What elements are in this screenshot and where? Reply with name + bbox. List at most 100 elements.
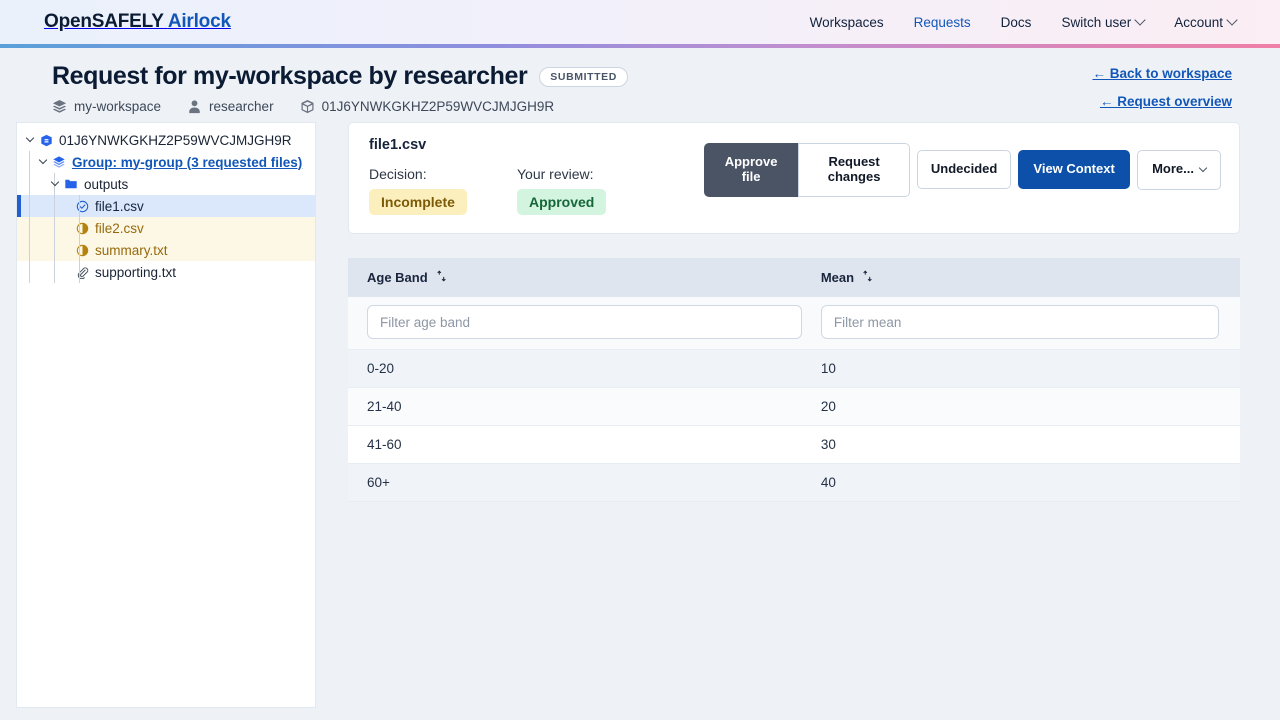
tree-guide	[54, 261, 55, 283]
request-overview-link[interactable]: ← Request overview	[1092, 94, 1232, 109]
meta-request-id-label: 01J6YNWKGKHZ2P59WVCJMJGH9R	[321, 99, 555, 114]
meta-author-label: researcher	[209, 99, 274, 114]
tree-item-group[interactable]: Group: my-group (3 requested files)	[17, 151, 315, 173]
tree-item-summary-label: summary.txt	[95, 242, 168, 258]
table-head: Age Band Mean	[348, 258, 1240, 350]
your-review-label: Your review:	[517, 166, 594, 182]
tree-guide	[54, 239, 55, 261]
tree-item-request[interactable]: 01J6YNWKGKHZ2P59WVCJMJGH9R	[17, 129, 315, 151]
tree-guide	[29, 195, 30, 217]
nav-item-workspaces[interactable]: Workspaces	[810, 15, 884, 30]
folder-icon	[63, 177, 79, 191]
file-card-left: file1.csv Decision: Incomplete Your revi…	[369, 137, 665, 215]
more-button[interactable]: More...	[1137, 149, 1221, 190]
tree-guide	[79, 239, 80, 261]
nav-item-account[interactable]: Account	[1174, 14, 1238, 30]
tree-guide	[29, 151, 30, 173]
decision-label: Decision:	[369, 166, 427, 182]
back-to-workspace-link[interactable]: ← Back to workspace	[1092, 66, 1232, 81]
chevron-down-icon[interactable]	[36, 155, 49, 169]
half-circle-icon	[74, 244, 90, 257]
filter-cell-mean	[811, 297, 1240, 350]
cell-age-band: 0-20	[348, 349, 812, 388]
tree-item-file2[interactable]: file2.csv	[17, 217, 315, 239]
breadcrumb: my-workspace researcher 01J6YNWKGKHZ2P59…	[52, 99, 1234, 114]
column-header-age-band[interactable]: Age Band	[348, 258, 812, 297]
table-row[interactable]: 0-20 10	[348, 349, 1240, 388]
column-header-mean[interactable]: Mean	[811, 258, 1240, 297]
view-context-button[interactable]: View Context	[1018, 150, 1131, 190]
tree-guide	[54, 195, 55, 217]
nav-item-docs[interactable]: Docs	[1001, 15, 1032, 30]
meta-workspace: my-workspace	[52, 99, 161, 114]
file-review-card: file1.csv Decision: Incomplete Your revi…	[348, 122, 1240, 234]
tree-item-outputs-label: outputs	[84, 176, 129, 192]
undecided-button[interactable]: Undecided	[917, 150, 1012, 190]
request-icon	[38, 134, 54, 147]
brand-logo[interactable]: OpenSAFELY Airlock	[44, 11, 231, 33]
nav-item-switch-user[interactable]: Switch user	[1061, 14, 1146, 30]
filter-input-age-band[interactable]	[367, 305, 802, 339]
table-row[interactable]: 60+ 40	[348, 463, 1240, 502]
meta-request-id: 01J6YNWKGKHZ2P59WVCJMJGH9R	[300, 99, 555, 114]
brand-primary: OpenSAFELY	[44, 11, 164, 32]
status-badge: SUBMITTED	[539, 66, 628, 87]
tree-guide	[29, 239, 30, 261]
data-table: Age Band Mean Filter age band Filter mea…	[348, 258, 1240, 502]
column-header-age-band-label: Age Band	[367, 270, 428, 285]
tree-guide	[54, 217, 55, 239]
decision-status-badge: Incomplete	[369, 189, 467, 215]
sort-icon[interactable]	[862, 270, 873, 285]
nav-item-docs-label: Docs	[1000, 14, 1032, 30]
main-content: file1.csv Decision: Incomplete Your revi…	[332, 122, 1280, 502]
cell-age-band: 60+	[348, 463, 812, 502]
column-header-mean-label: Mean	[820, 270, 855, 285]
sort-icon[interactable]	[436, 270, 447, 285]
title-row: Request for my-workspace by researcher S…	[52, 62, 1234, 91]
chevron-down-icon	[1198, 163, 1208, 173]
cell-mean: 30	[811, 425, 1240, 464]
card-action-buttons: Approve file Request changes Undecided V…	[704, 137, 1221, 197]
user-icon	[187, 99, 202, 114]
request-changes-button[interactable]: Request changes	[798, 143, 911, 197]
tree-item-file1[interactable]: file1.csv	[17, 195, 315, 217]
nav-item-requests-label: Requests	[913, 14, 971, 30]
tree-item-file1-label: file1.csv	[95, 198, 144, 214]
page-header: Request for my-workspace by researcher S…	[0, 48, 1280, 122]
tree-item-file2-label: file2.csv	[95, 220, 144, 236]
approve-file-button[interactable]: Approve file	[704, 143, 799, 197]
box-icon	[300, 99, 315, 114]
more-button-label: More...	[1152, 161, 1194, 177]
check-circle-icon	[74, 200, 90, 213]
chevron-down-icon[interactable]	[23, 133, 36, 147]
table-filter-row	[348, 297, 1240, 350]
tree-guide	[29, 217, 30, 239]
brand-secondary: Airlock	[167, 11, 231, 32]
cell-mean: 10	[811, 349, 1240, 388]
tree-item-group-label: Group: my-group (3 requested files)	[72, 154, 303, 170]
header-links: ← Back to workspace ← Request overview	[1092, 66, 1232, 122]
tree-item-summary[interactable]: summary.txt	[17, 239, 315, 261]
cell-age-band: 21-40	[348, 387, 812, 426]
tree-guide	[79, 195, 80, 217]
table-row[interactable]: 41-60 30	[348, 425, 1240, 464]
your-review-status-badge: Approved	[517, 189, 607, 215]
tree-guide	[79, 217, 80, 239]
paperclip-icon	[74, 266, 90, 279]
nav-item-switch-user-label: Switch user	[1061, 14, 1132, 30]
meta-author: researcher	[187, 99, 274, 114]
half-circle-icon	[74, 222, 90, 235]
table-body: 0-20 10 21-40 20 41-60 30 60+ 40	[348, 349, 1240, 502]
tree-item-outputs[interactable]: outputs	[17, 173, 315, 195]
file-name-heading: file1.csv	[369, 137, 427, 153]
tree-item-supporting-label: supporting.txt	[95, 264, 177, 280]
file-tree-panel: 01J6YNWKGKHZ2P59WVCJMJGH9R Group: my-gro…	[16, 122, 316, 708]
cell-mean: 20	[811, 387, 1240, 426]
chevron-down-icon	[1134, 14, 1146, 26]
review-button-group: Approve file Request changes	[704, 143, 911, 197]
nav-item-requests[interactable]: Requests	[914, 15, 971, 30]
nav-item-account-label: Account	[1174, 14, 1223, 30]
filter-input-mean[interactable]	[820, 305, 1219, 339]
table-row[interactable]: 21-40 20	[348, 387, 1240, 426]
tree-item-supporting[interactable]: supporting.txt	[17, 261, 315, 283]
